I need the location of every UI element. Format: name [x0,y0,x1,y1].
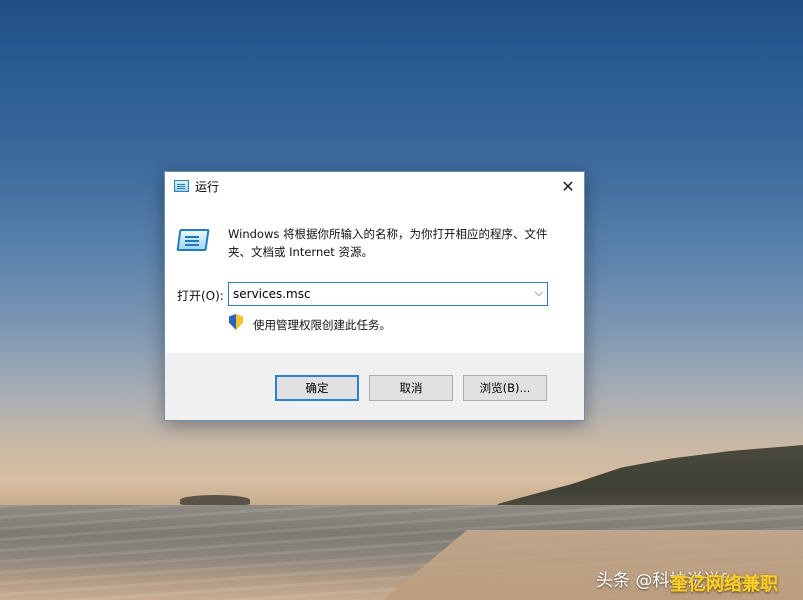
open-label: 打开(O): [177,289,224,303]
browse-button[interactable]: 浏览(B)... [463,375,547,401]
run-program-icon [176,229,210,253]
command-value[interactable]: services.msc [233,287,311,301]
overlay-watermark: 奎亿网络兼职 [670,574,778,595]
run-description: Windows 将根据你所输入的名称，为你打开相应的程序、文件夹、文档或 Int… [228,227,548,259]
close-button[interactable]: ✕ [552,172,584,201]
button-bar: 确定 取消 浏览(B)... [165,353,584,420]
title-bar[interactable]: 运行 ✕ [165,172,584,202]
uac-shield-icon [229,314,243,330]
ok-button[interactable]: 确定 [275,375,359,401]
islet [180,495,250,505]
admin-note: 使用管理权限创建此任务。 [253,318,391,332]
run-icon [174,180,189,192]
chevron-down-icon[interactable]: ⌵ [535,286,543,300]
dialog-title: 运行 [195,180,220,194]
run-dialog: 运行 ✕ Windows 将根据你所输入的名称，为你打开相应的程序、文件夹、文档… [164,171,585,421]
command-input[interactable]: services.msc ⌵ [228,282,548,306]
cancel-button[interactable]: 取消 [369,375,453,401]
close-icon: ✕ [561,177,575,196]
